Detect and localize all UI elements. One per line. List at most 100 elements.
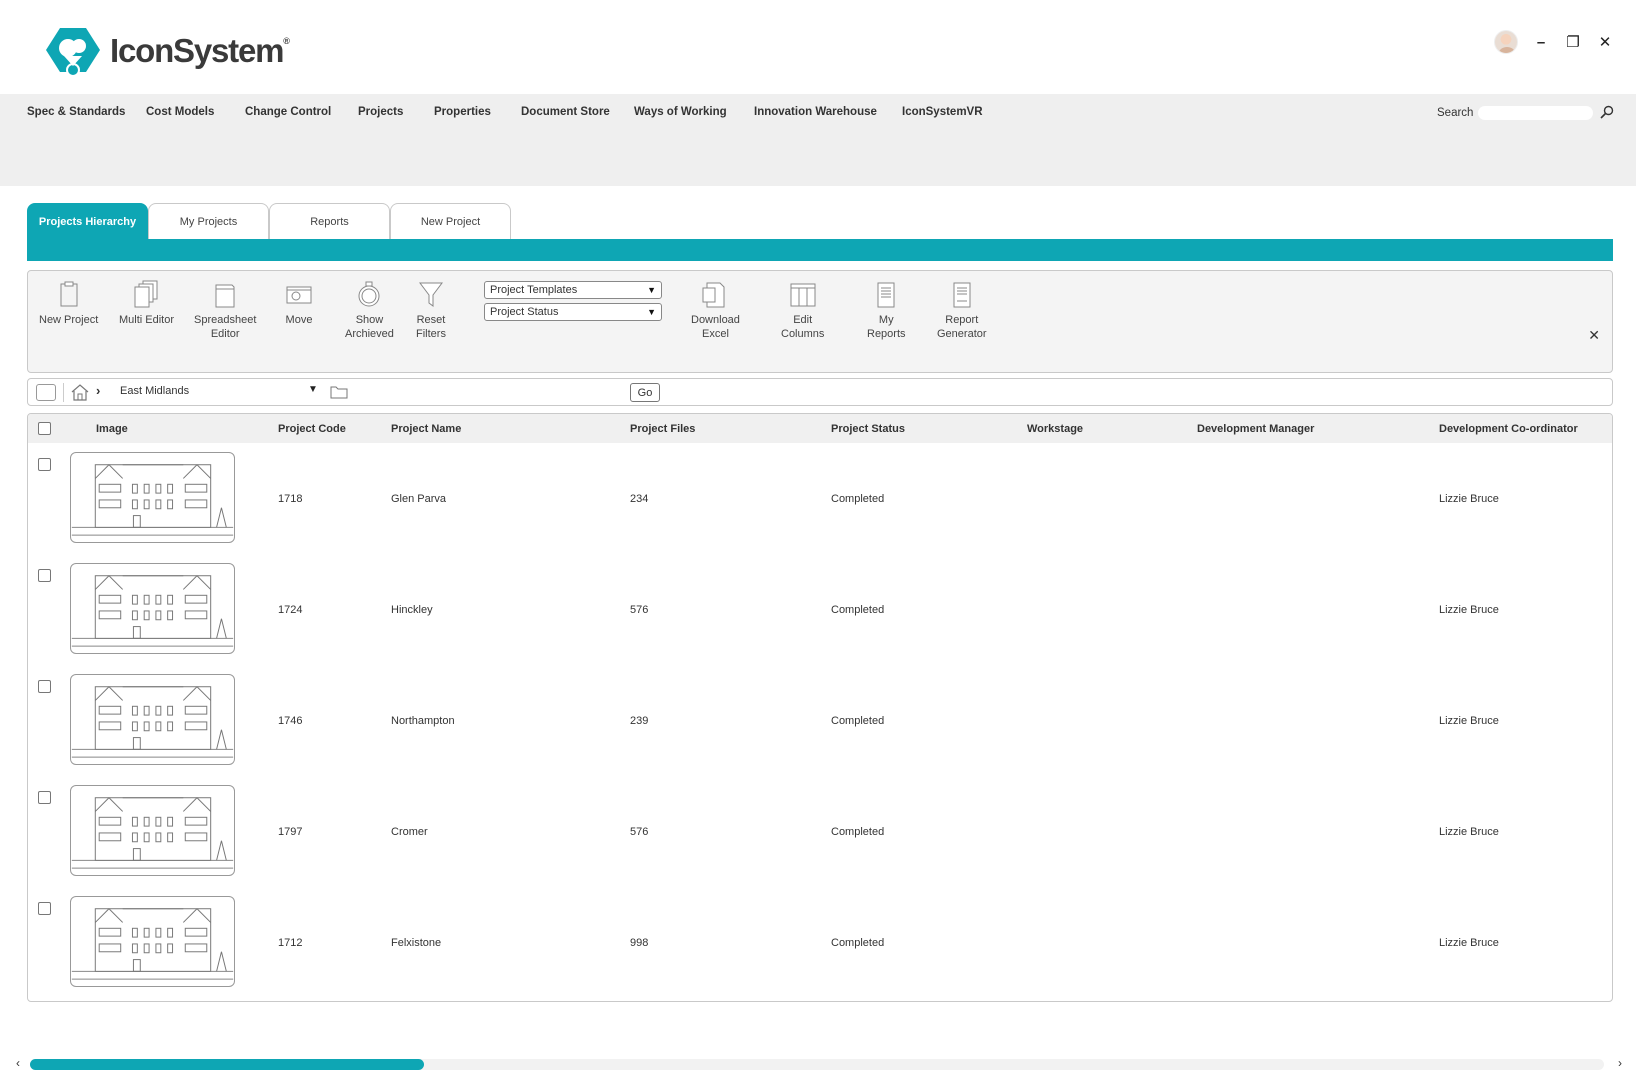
project-thumbnail[interactable] (70, 674, 235, 765)
column-header-project-files[interactable]: Project Files (630, 423, 695, 435)
horizontal-scrollbar[interactable]: ‹ › (16, 1056, 1622, 1070)
nav-item-ways-of-working[interactable]: Ways of Working (634, 106, 727, 118)
download-excel-button[interactable]: Download Excel (691, 279, 740, 341)
toolbar: New Project Multi Editor Spreadsheet Edi… (27, 270, 1613, 373)
tab-my-projects[interactable]: My Projects (148, 203, 269, 239)
nav-item-properties[interactable]: Properties (434, 106, 491, 118)
projects-table: Image Project Code Project Name Project … (27, 413, 1613, 1002)
home-icon[interactable] (70, 383, 90, 401)
my-reports-button[interactable]: My Reports (867, 279, 906, 341)
table-row[interactable]: 1797 Cromer 576 Completed Lizzie Bruce (28, 777, 1612, 888)
row-checkbox[interactable] (38, 791, 51, 804)
select-all-toggle[interactable] (36, 384, 56, 401)
logo-text: IconSystem® (110, 32, 290, 69)
row-checkbox[interactable] (38, 902, 51, 915)
project-thumbnail[interactable] (70, 563, 235, 654)
cell-project-name[interactable]: Hinckley (391, 604, 433, 616)
select-value: Project Status (490, 306, 559, 318)
search-label: Search (1437, 107, 1474, 119)
scroll-right-icon[interactable]: › (1618, 1056, 1622, 1070)
row-checkbox[interactable] (38, 458, 51, 471)
column-header-development-manager[interactable]: Development Manager (1197, 423, 1314, 435)
toolbar-close-button[interactable]: ✕ (1588, 327, 1600, 344)
table-row[interactable]: 1718 Glen Parva 234 Completed Lizzie Bruce (28, 444, 1612, 555)
scroll-thumb[interactable] (30, 1059, 424, 1070)
tool-label: Multi Editor (119, 314, 175, 326)
nav-item-document-store[interactable]: Document Store (521, 106, 610, 118)
move-button[interactable]: Move (284, 279, 314, 327)
chevron-down-icon: ▼ (647, 285, 656, 295)
cell-development-coordinator: Lizzie Bruce (1439, 715, 1499, 727)
cell-project-name[interactable]: Northampton (391, 715, 455, 727)
tab-reports[interactable]: Reports (269, 203, 390, 239)
nav-item-change-control[interactable]: Change Control (245, 106, 331, 118)
column-header-project-code[interactable]: Project Code (278, 423, 346, 435)
tab-new-project[interactable]: New Project (390, 203, 511, 239)
multi-editor-button[interactable]: Multi Editor (119, 279, 174, 327)
select-all-checkbox[interactable] (38, 422, 51, 435)
search-input[interactable] (1478, 106, 1593, 120)
nav-item-cost-models[interactable]: Cost Models (146, 106, 214, 118)
project-thumbnail[interactable] (70, 785, 235, 876)
chevron-down-icon[interactable]: ▼ (308, 384, 318, 395)
app-logo[interactable]: IconSystem® (46, 26, 290, 76)
edit-columns-button[interactable]: Edit Columns (781, 279, 824, 341)
new-project-button[interactable]: New Project (39, 279, 98, 327)
reset-filters-button[interactable]: Reset Filters (416, 279, 446, 341)
cell-project-name[interactable]: Cromer (391, 826, 428, 838)
building-image (71, 464, 234, 536)
column-header-image[interactable]: Image (96, 423, 128, 435)
report-generator-icon (953, 282, 971, 308)
cell-project-status: Completed (831, 826, 885, 838)
close-button[interactable]: ✕ (1596, 33, 1614, 51)
window-controls: – ❐ ✕ (1494, 30, 1614, 54)
project-thumbnail[interactable] (70, 452, 235, 543)
avatar[interactable] (1494, 30, 1518, 54)
cell-project-files: 576 (630, 604, 649, 616)
cell-project-name[interactable]: Glen Parva (391, 493, 446, 505)
project-status-select[interactable]: Project Status ▼ (484, 303, 662, 321)
nav-item-innovation-warehouse[interactable]: Innovation Warehouse (754, 106, 877, 118)
search-icon[interactable] (1600, 105, 1614, 119)
column-header-workstage[interactable]: Workstage (1027, 423, 1083, 435)
row-checkbox[interactable] (38, 569, 51, 582)
column-header-development-coordinator[interactable]: Development Co-ordinator (1439, 423, 1578, 435)
column-header-project-name[interactable]: Project Name (391, 423, 461, 435)
restore-button[interactable]: ❐ (1564, 33, 1582, 51)
select-value: Project Templates (490, 284, 578, 296)
folder-icon[interactable] (330, 385, 348, 399)
tool-label: Download Excel (691, 314, 740, 340)
building-image (71, 908, 234, 980)
nav-item-projects[interactable]: Projects (358, 106, 403, 118)
divider (63, 383, 64, 402)
nav-item-iconsystemvr[interactable]: IconSystemVR (902, 106, 983, 118)
table-row[interactable]: 1724 Hinckley 576 Completed Lizzie Bruce (28, 555, 1612, 666)
cell-project-status: Completed (831, 715, 885, 727)
nav-item-spec-standards[interactable]: Spec & Standards (27, 106, 125, 118)
scroll-left-icon[interactable]: ‹ (16, 1056, 20, 1070)
row-checkbox[interactable] (38, 680, 51, 693)
archive-icon (358, 281, 380, 307)
table-row[interactable]: 1746 Northampton 239 Completed Lizzie Bruce (28, 666, 1612, 777)
report-icon (877, 282, 895, 308)
table-row[interactable]: 1712 Felxistone 998 Completed Lizzie Bruce (28, 888, 1612, 999)
cell-project-files: 576 (630, 826, 649, 838)
go-button[interactable]: Go (630, 383, 660, 402)
cell-development-coordinator: Lizzie Bruce (1439, 604, 1499, 616)
project-templates-select[interactable]: Project Templates ▼ (484, 281, 662, 299)
minimize-button[interactable]: – (1532, 33, 1550, 51)
location-select[interactable]: East Midlands (120, 385, 189, 397)
project-thumbnail[interactable] (70, 896, 235, 987)
cell-project-name[interactable]: Felxistone (391, 937, 441, 949)
column-header-project-status[interactable]: Project Status (831, 423, 905, 435)
report-generator-button[interactable]: Report Generator (937, 279, 987, 341)
cell-project-files: 239 (630, 715, 649, 727)
tab-projects-hierarchy[interactable]: Projects Hierarchy (27, 203, 148, 239)
logo-icon (46, 28, 100, 76)
cell-project-status: Completed (831, 493, 885, 505)
building-image (71, 797, 234, 869)
spreadsheet-editor-button[interactable]: Spreadsheet Editor (194, 279, 256, 341)
show-archived-button[interactable]: Show Archieved (345, 279, 394, 341)
cell-project-files: 998 (630, 937, 649, 949)
spreadsheet-icon (215, 284, 235, 308)
